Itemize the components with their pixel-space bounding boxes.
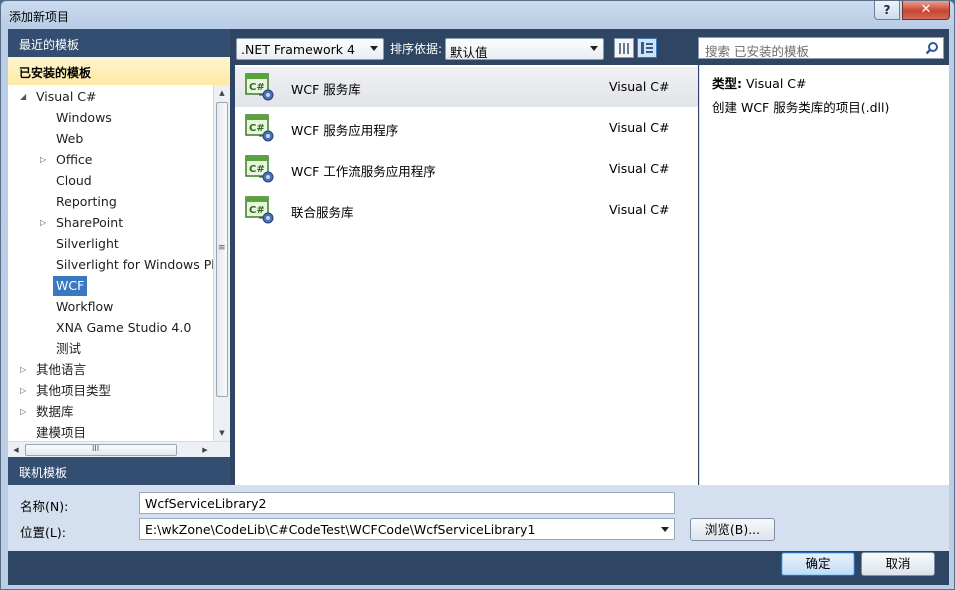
tree-item[interactable]: Workflow [56,297,113,317]
template-name: WCF 服务应用程序 [291,123,399,138]
framework-dropdown[interactable]: .NET Framework 4 [236,38,384,60]
tree-item[interactable]: XNA Game Studio 4.0 [56,318,191,338]
template-name: WCF 工作流服务应用程序 [291,164,436,179]
tree-item[interactable]: 建模项目 [36,423,86,443]
scroll-thumb[interactable]: ≡ [216,102,228,397]
tree-expander-icon[interactable]: ▷ [20,402,30,422]
location-value: E:\wkZone\CodeLib\C#CodeTest\WCFCode\Wcf… [145,522,536,537]
tree-item[interactable]: Office [56,150,93,170]
medium-icons-view-button[interactable] [637,38,657,58]
tree-horizontal-scrollbar[interactable]: ◀ III ▶ [8,441,230,457]
tree-item[interactable]: WCF [53,276,88,296]
csharp-wcf-icon: C# [245,73,274,101]
type-label: 类型: [712,76,742,91]
window-title: 添加新项目 [9,10,70,24]
scroll-up-arrow-icon[interactable]: ▲ [214,85,230,101]
scroll-left-arrow-icon[interactable]: ◀ [8,442,24,458]
tree-item[interactable]: SharePoint [56,213,123,233]
tree-expander-icon[interactable]: ◢ [20,87,30,107]
template-language: Visual C# [609,120,670,135]
tree-expander-icon[interactable]: ▷ [20,381,30,401]
search-icon[interactable] [925,41,939,55]
template-row[interactable]: C# WCF 服务库 Visual C# [235,67,698,107]
location-label: 位置(L): [20,525,66,540]
framework-value: .NET Framework 4 [241,42,355,57]
template-language: Visual C# [609,161,670,176]
sort-label: 排序依据: [390,42,443,56]
tree-item[interactable]: Windows [56,108,112,128]
close-button[interactable]: ✕ [902,1,950,20]
tree-expander-icon[interactable]: ▷ [40,150,50,170]
csharp-wcf-icon: C# [245,155,274,183]
template-type: 类型: Visual C# [712,73,806,92]
template-list: C# WCF 服务库 Visual C# C# WCF 服务应用程序 Visual C# C… [235,65,698,485]
tree-item[interactable]: Visual C# [36,87,97,107]
template-toolbar: .NET Framework 4 排序依据: 默认值 搜索 已安装的模板 [230,29,949,65]
csharp-wcf-icon: C# [245,196,274,224]
template-language: Visual C# [609,202,670,217]
tree-item[interactable]: Cloud [56,171,92,191]
svg-text:C#: C# [249,205,265,216]
installed-templates-header[interactable]: 已安装的模板 [8,57,230,85]
tree-expander-icon[interactable]: ▷ [20,360,30,380]
tree-item[interactable]: 其他语言 [36,360,86,380]
search-input[interactable]: 搜索 已安装的模板 [698,37,944,59]
online-templates-header[interactable]: 联机模板 [8,457,230,485]
csharp-wcf-icon: C# [245,114,274,142]
scroll-right-arrow-icon[interactable]: ▶ [197,442,213,458]
tree-item[interactable]: Reporting [56,192,117,212]
title-bar[interactable]: 添加新项目 ? ✕ [1,1,954,29]
hscroll-grip-icon: III [92,444,100,453]
template-categories-panel: 最近的模板 已安装的模板 ◢ Visual C# Windows Web ▷ Office… [8,29,230,485]
tree-item[interactable]: Silverlight [56,234,119,254]
dialog-window: 添加新项目 ? ✕ 最近的模板 已安装的模板 ◢ Visual C# Windows… [0,0,955,590]
tree-expander-icon[interactable]: ▷ [40,213,50,233]
name-label: 名称(N): [20,499,69,514]
template-row[interactable]: C# WCF 工作流服务应用程序 Visual C# [235,149,698,189]
search-placeholder: 搜索 已安装的模板 [705,44,809,59]
svg-text:C#: C# [249,123,265,134]
template-row[interactable]: C# 联合服务库 Visual C# [235,190,698,230]
chevron-down-icon[interactable] [661,527,669,532]
scroll-grip-icon: ≡ [218,243,226,253]
tree-item[interactable]: 其他项目类型 [36,381,111,401]
template-description: 创建 WCF 服务类库的项目(.dll) [712,100,890,115]
tree-item[interactable]: Silverlight for Windows Phc [56,255,226,275]
svg-text:C#: C# [249,82,265,93]
small-icons-view-button[interactable] [614,38,634,58]
help-button[interactable]: ? [874,1,900,20]
type-value: Visual C# [745,76,807,91]
dialog-footer: 确定 取消 [8,551,949,585]
name-value: WcfServiceLibrary2 [145,496,267,511]
tree-vertical-scrollbar[interactable]: ▲ ≡ ▼ [213,85,230,441]
browse-button[interactable]: 浏览(B)... [690,518,775,541]
hscroll-thumb[interactable]: III [25,444,177,456]
project-form: 名称(N): WcfServiceLibrary2 位置(L): E:\wkZo… [8,485,949,551]
ok-button[interactable]: 确定 [781,552,855,576]
tree-item[interactable]: 测试 [56,339,81,359]
recent-templates-header[interactable]: 最近的模板 [8,29,230,57]
chevron-down-icon [370,46,378,51]
sort-dropdown[interactable]: 默认值 [445,38,604,60]
tree-item[interactable]: 数据库 [36,402,74,422]
sort-value: 默认值 [450,45,488,60]
template-language: Visual C# [609,79,670,94]
name-field[interactable]: WcfServiceLibrary2 [139,492,675,514]
dialog-client: 最近的模板 已安装的模板 ◢ Visual C# Windows Web ▷ Office… [8,29,949,585]
category-tree: ◢ Visual C# Windows Web ▷ Office Cloud Reportin… [8,85,230,457]
list-view-icon [641,42,653,54]
svg-text:C#: C# [249,164,265,175]
scroll-down-arrow-icon[interactable]: ▼ [214,425,230,441]
template-row[interactable]: C# WCF 服务应用程序 Visual C# [235,108,698,148]
tree-item[interactable]: Web [56,129,83,149]
template-name: 联合服务库 [291,205,354,220]
location-combobox[interactable]: E:\wkZone\CodeLib\C#CodeTest\WCFCode\Wcf… [139,518,675,540]
template-details-panel: 类型: Visual C# 创建 WCF 服务类库的项目(.dll) [699,65,949,485]
small-icons-view-icon [619,43,629,54]
chevron-down-icon [590,46,598,51]
template-name: WCF 服务库 [291,82,361,97]
cancel-button[interactable]: 取消 [861,552,935,576]
